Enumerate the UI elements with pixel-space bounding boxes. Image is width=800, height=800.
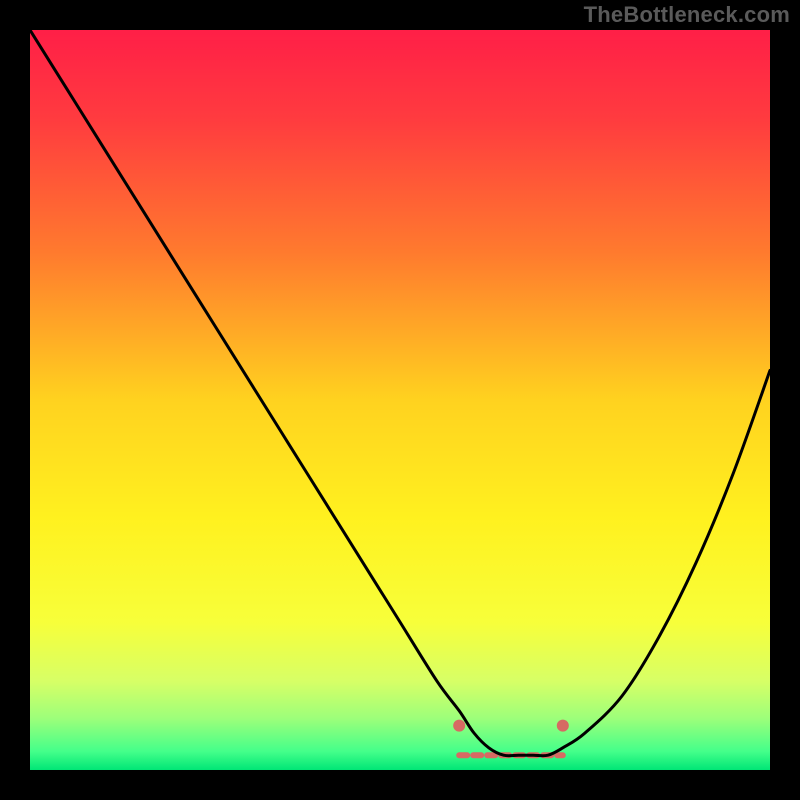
gradient-background [30,30,770,770]
bottleneck-chart [30,30,770,770]
chart-frame: TheBottleneck.com [0,0,800,800]
plot-area [30,30,770,770]
watermark-text: TheBottleneck.com [584,2,790,28]
